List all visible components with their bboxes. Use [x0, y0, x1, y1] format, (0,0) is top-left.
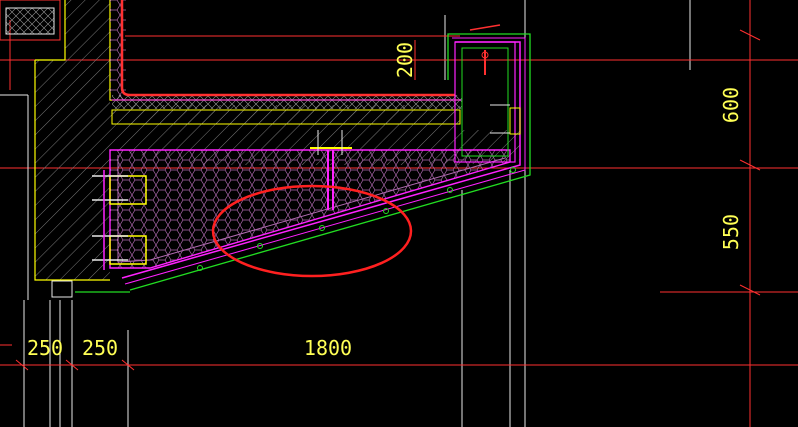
- cad-drawing: 200 600 550 250 250 1800: [0, 0, 798, 427]
- dim-top-200: 200: [393, 42, 417, 78]
- dim-bottom-250-a: 250: [27, 336, 63, 360]
- dim-right-550: 550: [719, 214, 743, 250]
- dim-right-600: 600: [719, 87, 743, 123]
- dim-bottom-1800: 1800: [304, 336, 352, 360]
- concrete-structure: [34, 0, 520, 281]
- dim-bottom-250-b: 250: [82, 336, 118, 360]
- soffit-insulation: [109, 149, 511, 269]
- insulation-column: [110, 0, 126, 100]
